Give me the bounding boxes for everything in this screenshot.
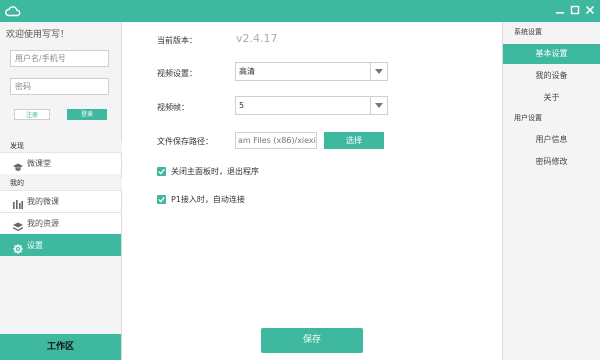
title-bar[interactable] <box>0 0 600 22</box>
checkbox-auto-connect[interactable] <box>157 195 166 204</box>
password-field[interactable]: 密码 <box>10 78 109 95</box>
right-settings-nav: 系统设置 基本设置 我的设备 关于 用户设置 用户信息 密码修改 <box>502 22 600 360</box>
video-setting-label: 视频设置： <box>157 69 197 78</box>
sidebar-item-my-courses[interactable]: 我的微课 <box>0 190 121 212</box>
login-button[interactable]: 登录 <box>67 109 107 120</box>
tab-my-devices[interactable]: 我的设备 <box>503 66 600 86</box>
welcome-text: 欢迎使用写写！ <box>6 30 70 40</box>
settings-main: 当前版本： v2.4.17 视频设置： 高清 视频帧： 5 文件保存路径： am… <box>122 22 502 360</box>
chevron-down-icon[interactable] <box>370 63 387 80</box>
sidebar-item-my-resources[interactable]: 我的资源 <box>0 212 121 234</box>
video-quality-select[interactable]: 高清 <box>235 62 388 81</box>
save-path-label: 文件保存路径： <box>157 137 213 146</box>
version-label: 当前版本： <box>157 36 197 45</box>
fps-label: 视频帧： <box>157 103 189 112</box>
fps-value: 5 <box>239 101 245 110</box>
tab-about[interactable]: 关于 <box>503 88 600 108</box>
user-settings-heading: 用户设置 <box>514 114 542 122</box>
checkbox-exit-on-close[interactable] <box>157 167 166 176</box>
tab-user-info[interactable]: 用户信息 <box>503 130 600 150</box>
system-settings-heading: 系统设置 <box>514 28 542 36</box>
exit-on-close-text: 关闭主面板时，退出程序 <box>171 167 259 176</box>
auto-connect-text: P1接入时，自动连接 <box>171 195 245 204</box>
sidebar-item-micro-class[interactable]: 微课堂 <box>0 152 121 174</box>
layers-icon <box>13 219 23 231</box>
minimize-icon[interactable] <box>554 4 566 16</box>
app-window: 欢迎使用写写！ 用户名/手机号 密码 注册 登录 发现 微课堂 我的 我的微课 … <box>0 0 600 360</box>
close-icon[interactable] <box>584 4 596 16</box>
save-path-input[interactable]: am Files (x86)/xiexie <box>235 132 317 149</box>
maximize-icon[interactable] <box>569 4 581 16</box>
video-quality-value: 高清 <box>239 67 255 76</box>
choose-path-button[interactable]: 选择 <box>324 132 384 149</box>
bars-icon <box>13 197 23 209</box>
sidebar-item-label: 我的资源 <box>27 219 59 228</box>
version-value: v2.4.17 <box>236 32 278 45</box>
register-button[interactable]: 注册 <box>14 109 50 120</box>
sidebar-item-settings[interactable]: 设置 <box>0 234 121 256</box>
fps-select[interactable]: 5 <box>235 96 388 115</box>
tab-change-password[interactable]: 密码修改 <box>503 152 600 172</box>
grad-cap-icon <box>13 159 23 171</box>
section-mine: 我的 <box>0 178 122 189</box>
left-sidebar: 欢迎使用写写！ 用户名/手机号 密码 注册 登录 发现 微课堂 我的 我的微课 … <box>0 22 122 360</box>
sidebar-item-label: 设置 <box>27 241 43 250</box>
save-button[interactable]: 保存 <box>261 328 363 353</box>
sidebar-item-label: 我的微课 <box>27 197 59 206</box>
chevron-down-icon[interactable] <box>370 97 387 114</box>
cloud-icon <box>4 2 22 20</box>
gear-icon <box>13 241 23 254</box>
workspace-button[interactable]: 工作区 <box>0 334 121 360</box>
username-field[interactable]: 用户名/手机号 <box>10 50 109 67</box>
section-discover: 发现 <box>0 141 122 152</box>
tab-basic-settings[interactable]: 基本设置 <box>503 44 600 64</box>
sidebar-item-label: 微课堂 <box>27 159 51 168</box>
